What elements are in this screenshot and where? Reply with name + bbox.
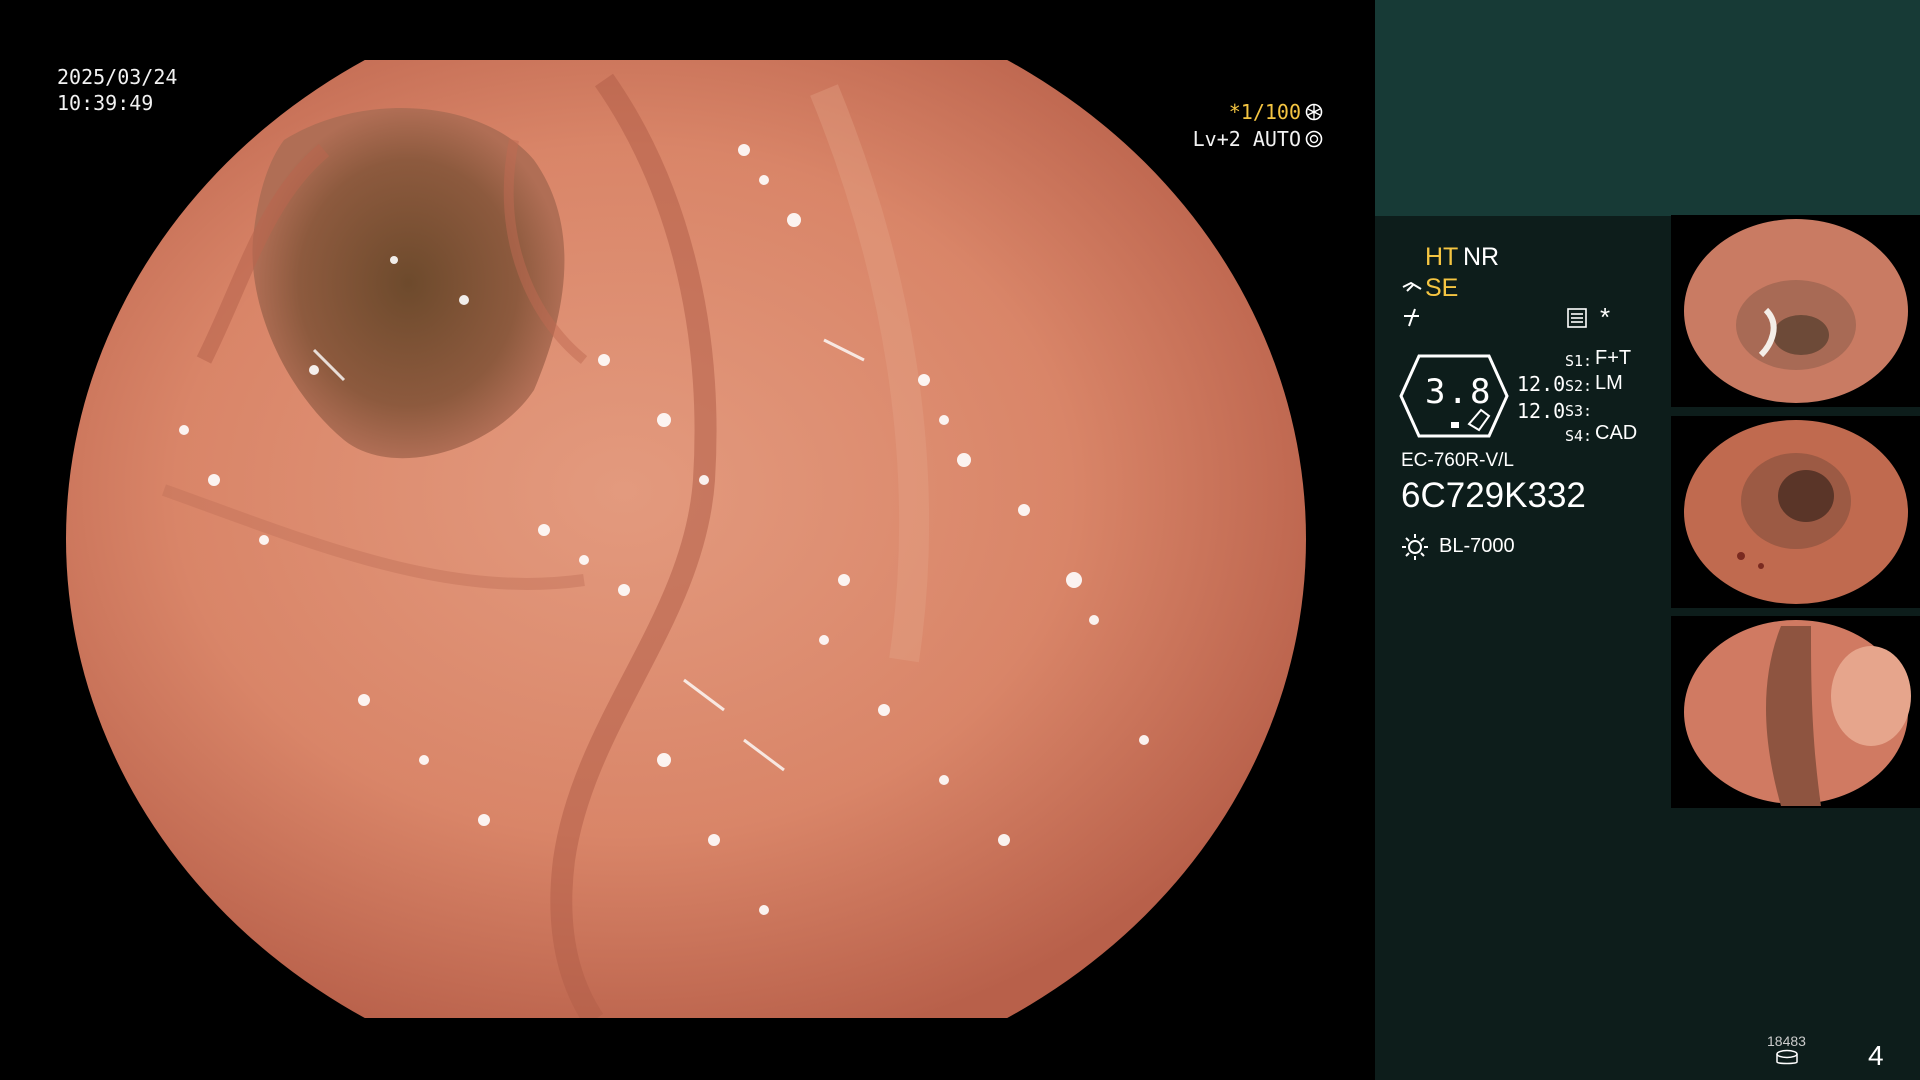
shutter-icon (1305, 103, 1323, 121)
s1-label: S1: (1565, 352, 1593, 370)
zoom-value: 3.8 (1425, 372, 1493, 412)
captured-thumbnail-3[interactable] (1671, 616, 1920, 808)
s3-label: S3: (1565, 402, 1593, 420)
se-mode-label: SE (1425, 274, 1459, 302)
setting-value-b: 12.0 (1517, 399, 1566, 423)
scope-serial: 6C729K332 (1401, 476, 1586, 515)
page-number: 4 (1868, 1040, 1884, 1071)
s4-label: S4: (1565, 427, 1593, 445)
datetime-display: 2025/03/24 10:39:49 (57, 64, 177, 116)
exposure-indicator: *1/100 (1229, 100, 1323, 124)
scope-model: EC-760R-V/L (1401, 450, 1514, 471)
storage-icon (1776, 1049, 1798, 1065)
panel-header (1375, 0, 1920, 216)
nr-mode-label: NR (1463, 243, 1500, 271)
star-indicator: * (1600, 302, 1611, 332)
settings-list-icon (1567, 308, 1587, 328)
signal-icon (1404, 308, 1419, 327)
thumbnail-image-2 (1671, 416, 1920, 608)
date-text: 2025/03/24 (57, 65, 178, 89)
scissors-icon (1402, 281, 1422, 292)
s1-value: F+T (1595, 347, 1632, 369)
captured-thumbnail-2[interactable] (1671, 416, 1920, 608)
light-source-icon (1402, 534, 1428, 560)
level-text: Lv+2 AUTO (1192, 127, 1301, 151)
s2-value: LM (1595, 372, 1623, 394)
thumbnail-image-1 (1671, 215, 1920, 407)
iris-icon (1305, 130, 1323, 148)
thumbnail-image-3 (1671, 616, 1920, 808)
endoscope-live-view: 2025/03/24 10:39:49 *1/100 Lv+2 AUTO (0, 0, 1375, 1080)
exposure-text: *1/100 (1228, 100, 1301, 124)
ht-mode-label: HT (1425, 243, 1459, 271)
setting-value-a: 12.0 (1517, 372, 1566, 396)
light-source-model: BL-7000 (1439, 535, 1515, 557)
captured-thumbnail-1[interactable] (1671, 215, 1920, 407)
time-text: 10:39:49 (57, 91, 154, 115)
brightness-level-indicator: Lv+2 AUTO (1193, 127, 1323, 151)
s2-label: S2: (1565, 377, 1593, 395)
endoscopic-image (66, 60, 1306, 1018)
s4-value: CAD (1595, 422, 1638, 444)
image-count: 18483 (1767, 1033, 1806, 1049)
